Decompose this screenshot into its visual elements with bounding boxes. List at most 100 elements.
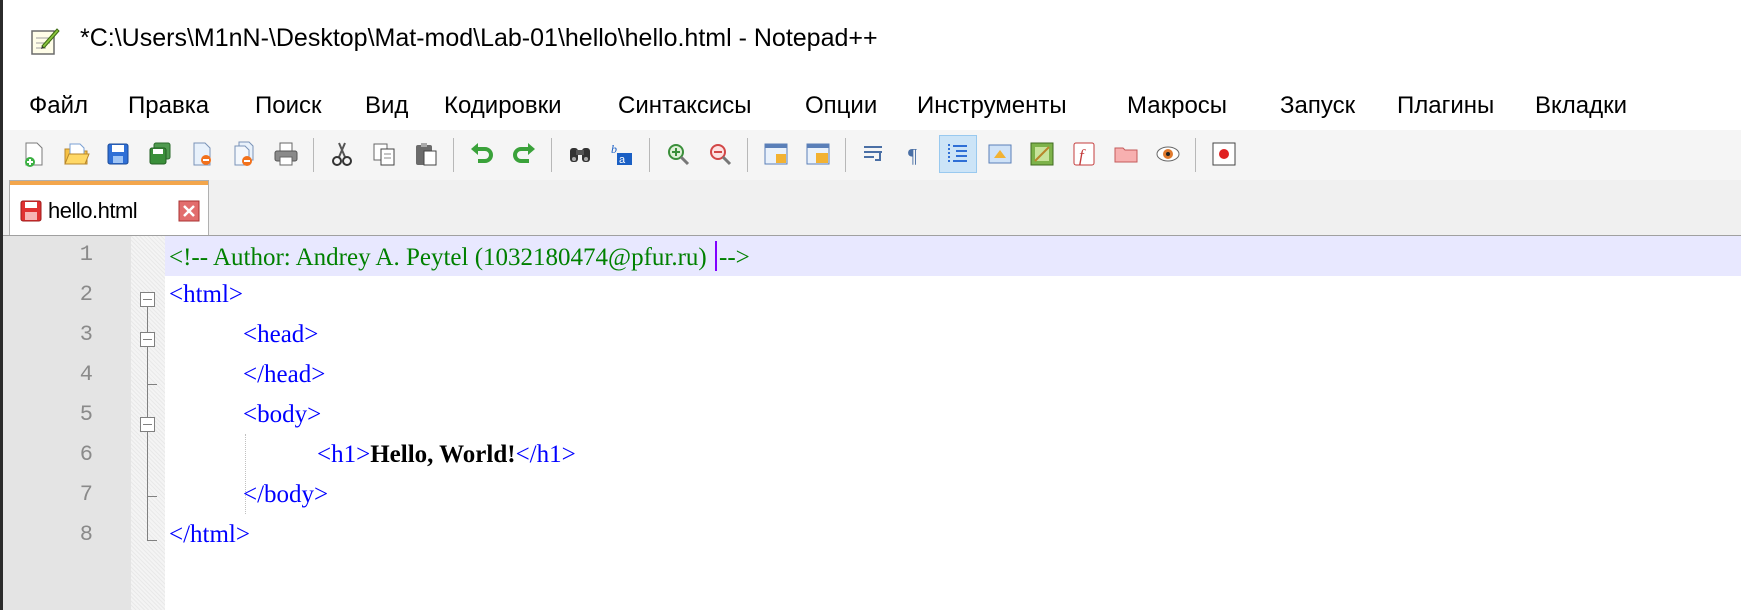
code-text: </html>: [169, 521, 250, 549]
print-button[interactable]: [267, 135, 305, 173]
copy-button[interactable]: [365, 135, 403, 173]
menu-window[interactable]: Вкладки: [1531, 90, 1631, 122]
paste-button[interactable]: [407, 135, 445, 173]
html-tag: </body>: [243, 481, 329, 508]
editor-area[interactable]: 1 <!-- Author: Andrey A. Peytel (1032180…: [3, 236, 1741, 610]
line-number: 3: [79, 322, 93, 347]
zoom-in-button[interactable]: [659, 135, 697, 173]
toolbar-separator: [649, 138, 650, 172]
code-area: </head>: [165, 356, 1741, 396]
cut-button[interactable]: [323, 135, 361, 173]
notepadpp-app-icon: [31, 28, 60, 55]
menu-view[interactable]: Вид: [361, 90, 412, 122]
menu-edit[interactable]: Правка: [124, 90, 213, 122]
html-tag: <html>: [169, 281, 244, 308]
code-line-7[interactable]: 7 </body>: [3, 476, 1741, 516]
html-comment-end: -->: [719, 244, 750, 271]
code-line-6[interactable]: 6 <h1>Hello, World!</h1>: [3, 436, 1741, 476]
close-button[interactable]: [183, 135, 221, 173]
tab-bar: hello.html: [3, 180, 1741, 236]
html-comment: <!-- Author: Andrey A. Peytel (103218047…: [169, 244, 713, 271]
code-text: <html>: [169, 281, 243, 309]
replace-button[interactable]: ba: [603, 135, 641, 173]
close-tab-icon[interactable]: [178, 200, 200, 222]
line-number: 7: [79, 482, 93, 507]
indent-guide-icon: [948, 144, 967, 164]
function-list-button[interactable]: f: [1065, 135, 1103, 173]
monitoring-button[interactable]: [1149, 135, 1187, 173]
line-number: 5: [79, 402, 93, 427]
svg-text:¶: ¶: [908, 145, 917, 167]
show-all-chars-button[interactable]: ¶: [897, 135, 935, 173]
word-wrap-button[interactable]: [855, 135, 893, 173]
open-file-icon: [64, 143, 90, 165]
code-area: <html>: [165, 276, 1741, 316]
code-line-8[interactable]: 8 </html>: [3, 516, 1741, 556]
paste-icon: [416, 143, 437, 166]
menu-search[interactable]: Поиск: [251, 90, 326, 122]
toolbar-separator: [551, 138, 552, 172]
sync-horizontal-button[interactable]: [799, 135, 837, 173]
html-tag: </html>: [169, 521, 250, 548]
close-all-button[interactable]: [225, 135, 263, 173]
code-area: <h1>Hello, World!</h1>: [165, 436, 1741, 476]
word-wrap-icon: [864, 146, 882, 161]
svg-text:b: b: [611, 142, 617, 156]
code-area: </html>: [165, 516, 1741, 556]
menu-macros[interactable]: Макросы: [1123, 90, 1231, 122]
html-tag: <body>: [243, 401, 322, 428]
menu-syntax[interactable]: Синтаксисы: [614, 90, 756, 122]
save-button[interactable]: [99, 135, 137, 173]
undo-button[interactable]: [463, 135, 501, 173]
open-file-button[interactable]: [57, 135, 95, 173]
html-tag: </head>: [243, 361, 326, 388]
code-text: <body>: [243, 401, 321, 429]
function-list-icon: f: [1073, 142, 1095, 166]
sync-vertical-button[interactable]: [757, 135, 795, 173]
tab-active-indicator: [10, 181, 208, 185]
code-text: <head>: [243, 321, 318, 349]
define-language-button[interactable]: [981, 135, 1019, 173]
new-file-icon: [25, 142, 43, 167]
tab-hello-html[interactable]: hello.html: [9, 180, 209, 235]
record-macro-button[interactable]: [1205, 135, 1243, 173]
new-file-button[interactable]: [15, 135, 53, 173]
find-button[interactable]: [561, 135, 599, 173]
folder-workspace-button[interactable]: [1107, 135, 1145, 173]
menu-bar: Файл Правка Поиск Вид Кодировки Синтакси…: [3, 82, 1741, 128]
indent-guide-button[interactable]: [939, 135, 977, 173]
code-line-3[interactable]: 3 <head>: [3, 316, 1741, 356]
sync-vertical-icon: [764, 143, 788, 165]
menu-file[interactable]: Файл: [25, 90, 92, 122]
document-map-button[interactable]: [1023, 135, 1061, 173]
code-area: </body>: [165, 476, 1741, 516]
menu-tools[interactable]: Инструменты: [913, 90, 1071, 122]
window-title: *C:\Users\M1nN-\Desktop\Mat-mod\Lab-01\h…: [80, 24, 878, 52]
code-area: <head>: [165, 316, 1741, 356]
code-line-2[interactable]: 2 <html>: [3, 276, 1741, 316]
menu-encoding[interactable]: Кодировки: [440, 90, 566, 122]
monitoring-icon: [1156, 146, 1180, 162]
toolbar-separator: [313, 138, 314, 172]
save-all-button[interactable]: [141, 135, 179, 173]
menu-options[interactable]: Опции: [801, 90, 881, 122]
zoom-out-button[interactable]: [701, 135, 739, 173]
replace-icon: ba: [611, 142, 632, 166]
toolbar-separator: [453, 138, 454, 172]
code-line-4[interactable]: 4 </head>: [3, 356, 1741, 396]
menu-run[interactable]: Запуск: [1276, 90, 1359, 122]
title-bar[interactable]: *C:\Users\M1nN-\Desktop\Mat-mod\Lab-01\h…: [3, 0, 1741, 82]
code-text: </body>: [243, 481, 328, 509]
line-number: 2: [79, 282, 93, 307]
toolbar: ba ¶ f: [3, 130, 1741, 180]
unsaved-file-icon: [20, 200, 42, 222]
menu-plugins[interactable]: Плагины: [1393, 90, 1498, 122]
print-icon: [274, 142, 298, 166]
code-line-5[interactable]: 5 <body>: [3, 396, 1741, 436]
copy-icon: [373, 143, 395, 166]
close-all-icon: [234, 141, 254, 166]
cut-icon: [332, 142, 352, 166]
show-all-chars-icon: ¶: [908, 145, 917, 167]
redo-button[interactable]: [505, 135, 543, 173]
code-line-1[interactable]: 1 <!-- Author: Andrey A. Peytel (1032180…: [3, 236, 1741, 276]
